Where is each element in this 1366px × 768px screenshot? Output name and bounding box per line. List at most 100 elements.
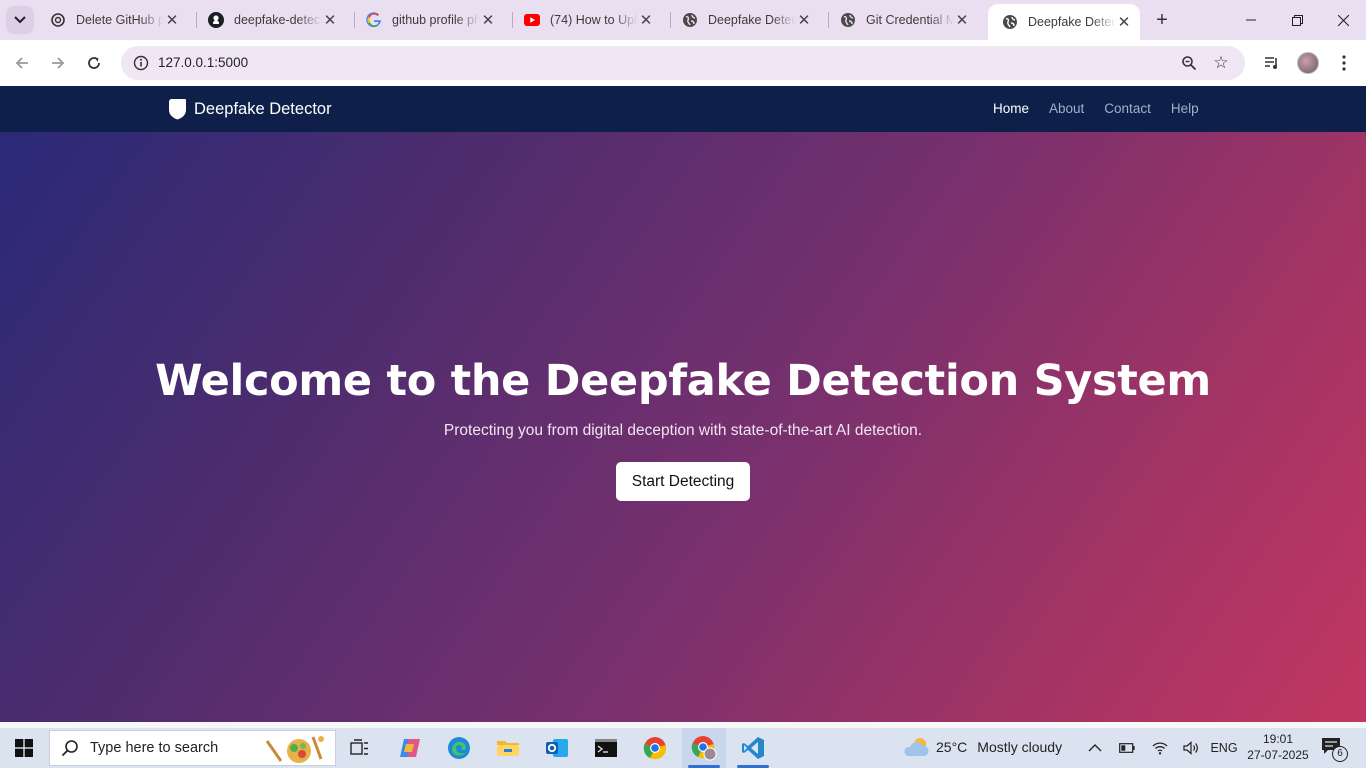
outlook-button[interactable] xyxy=(535,728,579,768)
browser-tab[interactable]: github profile photo ✕ xyxy=(352,4,504,36)
notification-center-button[interactable]: 6 xyxy=(1320,736,1348,762)
browser-tab-active[interactable]: Deepfake Detector ✕ xyxy=(988,4,1140,40)
browser-tab[interactable]: Delete GitHub profile ✕ xyxy=(36,4,188,36)
back-button[interactable] xyxy=(8,49,36,77)
show-hidden-icons-button[interactable] xyxy=(1082,728,1108,768)
restore-button[interactable] xyxy=(1274,0,1320,40)
tab-search-button[interactable] xyxy=(6,6,34,34)
task-view-icon xyxy=(350,739,368,755)
nav-link-help[interactable]: Help xyxy=(1171,101,1199,116)
chrome-button[interactable] xyxy=(633,728,677,768)
web-page: Deepfake Detector Home About Contact Hel… xyxy=(0,86,1366,722)
globe-icon xyxy=(840,12,856,28)
tab-title: Git Credential Manager xyxy=(866,13,954,27)
nav-link-contact[interactable]: Contact xyxy=(1104,101,1151,116)
brand-name: Deepfake Detector xyxy=(194,99,332,118)
terminal-button[interactable] xyxy=(584,728,628,768)
more-vertical-icon xyxy=(1342,55,1346,71)
start-button[interactable] xyxy=(0,728,48,768)
close-icon[interactable]: ✕ xyxy=(954,12,970,29)
network-button[interactable] xyxy=(1147,728,1173,768)
restore-icon xyxy=(1291,14,1303,26)
weather-widget[interactable]: 25°C Mostly cloudy xyxy=(902,736,1062,758)
outlook-icon xyxy=(546,739,568,757)
file-explorer-button[interactable] xyxy=(486,728,530,768)
youtube-icon xyxy=(524,12,540,28)
copilot-button[interactable] xyxy=(388,728,432,768)
new-tab-button[interactable]: + xyxy=(1150,8,1174,32)
weather-description: Mostly cloudy xyxy=(977,739,1063,755)
forward-button[interactable] xyxy=(44,49,72,77)
site-brand[interactable]: Deepfake Detector xyxy=(168,98,332,120)
site-nav-links: Home About Contact Help xyxy=(993,101,1219,116)
tab-title: deepfake-detection xyxy=(234,13,322,27)
tab-title: Deepfake Detector xyxy=(1028,15,1116,29)
minimize-button[interactable] xyxy=(1228,0,1274,40)
chatgpt-icon xyxy=(50,12,66,28)
browser-tab-strip: Delete GitHub profile ✕ deepfake-detecti… xyxy=(0,0,1366,40)
chevron-down-icon xyxy=(14,16,26,24)
chrome-icon xyxy=(643,737,666,760)
close-icon[interactable]: ✕ xyxy=(796,12,812,29)
avatar xyxy=(1297,52,1319,74)
chrome-profile-icon xyxy=(691,736,717,761)
bookmark-star-icon[interactable]: ☆ xyxy=(1209,51,1233,75)
cloudy-weather-icon xyxy=(904,738,929,756)
close-window-button[interactable] xyxy=(1320,0,1366,40)
notification-count-badge: 6 xyxy=(1332,746,1348,762)
copilot-icon xyxy=(400,739,420,757)
media-control-button[interactable] xyxy=(1258,49,1286,77)
chevron-up-icon xyxy=(1088,744,1102,752)
search-placeholder: Type here to search xyxy=(90,740,219,756)
zoom-icon[interactable] xyxy=(1177,51,1201,75)
browser-menu-button[interactable] xyxy=(1330,49,1358,77)
vscode-icon xyxy=(742,737,764,759)
battery-icon xyxy=(1119,743,1135,753)
start-detecting-button[interactable]: Start Detecting xyxy=(616,462,750,501)
edge-icon xyxy=(448,737,470,759)
system-clock[interactable]: 19:01 27-07-2025 xyxy=(1246,731,1310,763)
shield-icon xyxy=(168,99,186,120)
edge-button[interactable] xyxy=(437,728,481,768)
nav-link-about[interactable]: About xyxy=(1049,101,1084,116)
windows-taskbar: Type here to search 25°C Mostly cloudy E… xyxy=(0,728,1366,768)
arrow-left-icon xyxy=(15,57,28,69)
task-view-button[interactable] xyxy=(338,728,382,768)
browser-tab[interactable]: (74) How to Upload ✕ xyxy=(510,4,662,36)
browser-tab[interactable]: deepfake-detection ✕ xyxy=(194,4,346,36)
browser-toolbar: 127.0.0.1:5000 ☆ xyxy=(0,40,1366,86)
minimize-icon xyxy=(1246,19,1256,21)
close-icon[interactable]: ✕ xyxy=(1116,14,1132,31)
close-icon[interactable]: ✕ xyxy=(322,12,338,29)
browser-tab[interactable]: Deepfake Detector ✕ xyxy=(668,4,820,36)
reload-button[interactable] xyxy=(80,49,108,77)
github-icon xyxy=(208,12,224,28)
hero-section: Welcome to the Deepfake Detection System… xyxy=(0,132,1366,722)
clock-date: 27-07-2025 xyxy=(1247,748,1309,762)
profile-button[interactable] xyxy=(1294,49,1322,77)
close-icon xyxy=(1337,14,1349,26)
hero-subtitle: Protecting you from digital deception wi… xyxy=(443,422,923,439)
folder-icon xyxy=(497,741,519,756)
close-icon[interactable]: ✕ xyxy=(638,12,654,29)
reload-icon xyxy=(88,57,100,69)
close-icon[interactable]: ✕ xyxy=(480,12,496,29)
volume-button[interactable] xyxy=(1178,728,1204,768)
globe-icon xyxy=(1002,14,1018,30)
site-navbar: Deepfake Detector Home About Contact Hel… xyxy=(0,86,1366,132)
terminal-icon xyxy=(595,739,617,757)
nav-link-home[interactable]: Home xyxy=(993,101,1029,116)
address-bar[interactable]: 127.0.0.1:5000 ☆ xyxy=(121,46,1245,80)
close-icon[interactable]: ✕ xyxy=(164,12,180,29)
browser-tab[interactable]: Git Credential Manager ✕ xyxy=(826,4,978,36)
input-language[interactable]: ENG xyxy=(1208,728,1240,768)
speaker-icon xyxy=(1183,741,1198,755)
site-info-icon[interactable] xyxy=(129,51,153,75)
chrome-profile-button[interactable] xyxy=(682,728,726,768)
arrow-right-icon xyxy=(52,57,65,69)
battery-button[interactable] xyxy=(1114,728,1140,768)
vscode-button[interactable] xyxy=(731,728,775,768)
taskbar-search-box[interactable]: Type here to search xyxy=(49,730,336,766)
url-text[interactable]: 127.0.0.1:5000 xyxy=(158,55,248,70)
search-icon xyxy=(50,739,90,757)
